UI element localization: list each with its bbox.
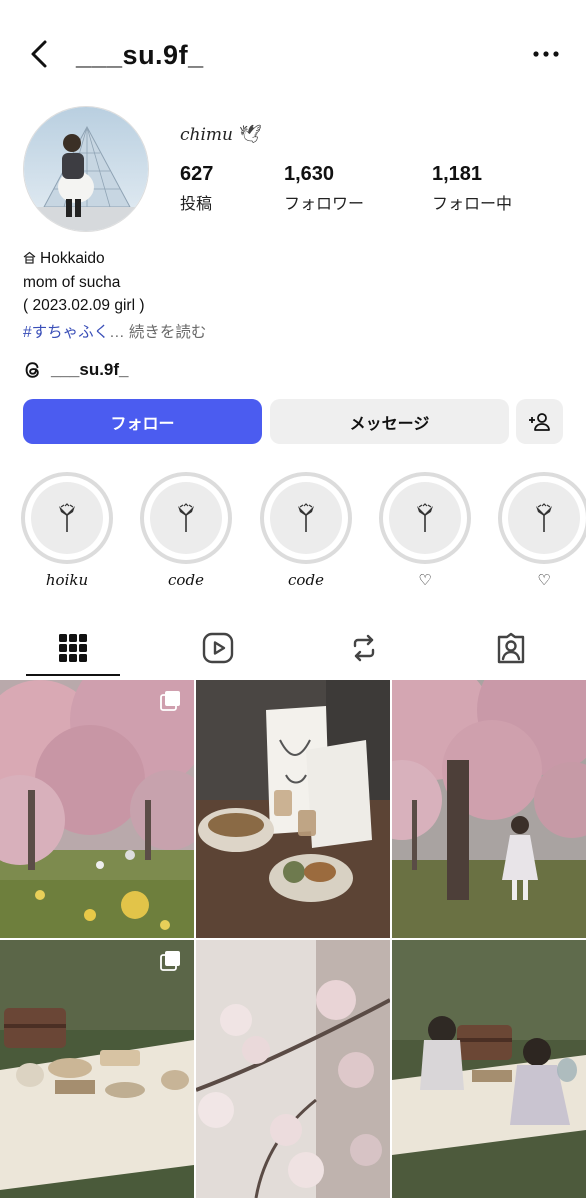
stat-following[interactable]: 1,181 フォロー中	[432, 163, 512, 214]
reposts-icon	[353, 634, 375, 662]
post-2[interactable]	[196, 680, 390, 938]
highlight-label-5: ♡	[537, 571, 551, 589]
post-5[interactable]	[196, 940, 390, 1198]
active-tab-indicator	[26, 674, 120, 676]
threads-link[interactable]: ___su.9f_	[23, 360, 129, 380]
bio-hashtag[interactable]: #すちゃふく	[23, 324, 109, 341]
grid-icon	[59, 634, 87, 662]
stat-followers[interactable]: 1,630 フォロワー	[284, 163, 364, 214]
flower-icon	[59, 503, 75, 532]
flower-icon	[178, 503, 194, 532]
highlight-4[interactable]	[379, 472, 471, 564]
flower-icon	[417, 503, 433, 532]
bio-location: Hokkaido	[23, 250, 105, 269]
threads-handle: ___su.9f_	[51, 360, 129, 379]
suggest-people-button[interactable]	[516, 399, 563, 444]
highlight-2[interactable]	[140, 472, 232, 564]
follow-button[interactable]: フォロー	[23, 399, 262, 444]
display-name: chimu 🕊	[180, 124, 262, 145]
highlight-5[interactable]	[498, 472, 586, 564]
bird-icon: 🕊	[238, 124, 262, 145]
tab-reposts[interactable]	[344, 628, 384, 668]
stat-posts[interactable]: 627 投稿	[180, 163, 213, 214]
profile-username: ___su.9f_	[76, 40, 204, 70]
threads-icon	[25, 362, 39, 378]
message-button[interactable]: メッセージ	[270, 399, 509, 444]
stat-posts-label: 投稿	[180, 196, 213, 213]
tab-reels[interactable]	[198, 628, 238, 668]
stat-following-value: 1,181	[432, 163, 483, 185]
post-3[interactable]	[392, 680, 586, 938]
post-6[interactable]	[392, 940, 586, 1198]
highlight-label-4: ♡	[418, 571, 432, 589]
profile-avatar[interactable]	[23, 106, 149, 232]
stat-followers-value: 1,630	[284, 163, 335, 185]
post-4[interactable]	[0, 940, 194, 1198]
reels-icon	[202, 632, 234, 664]
bio-line-4: #すちゃふく… 続きを読む	[23, 320, 206, 342]
highlight-3[interactable]	[260, 472, 352, 564]
back-arrow-icon[interactable]	[22, 36, 58, 72]
more-options-icon[interactable]	[528, 40, 564, 68]
highlight-label-1: hoiku	[45, 571, 89, 589]
tab-grid[interactable]	[53, 628, 93, 668]
bio-location-text: Hokkaido	[40, 250, 105, 267]
add-person-icon	[528, 412, 550, 431]
stat-following-label: フォロー中	[432, 196, 513, 213]
highlight-1[interactable]	[21, 472, 113, 564]
tagged-icon	[497, 632, 525, 664]
highlight-label-3: code	[288, 571, 324, 589]
multiple-photos-icon	[160, 691, 180, 711]
flower-icon	[298, 503, 314, 532]
highlight-label-2: code	[168, 571, 204, 589]
multiple-photos-icon	[160, 951, 180, 971]
tab-tagged[interactable]	[491, 628, 531, 668]
flower-icon	[536, 503, 552, 532]
stat-posts-value: 627	[180, 163, 214, 185]
home-icon	[23, 251, 36, 269]
display-name-text: chimu	[180, 125, 233, 145]
post-1[interactable]	[0, 680, 194, 938]
bio-line-3: ( 2023.02.09 girl )	[23, 297, 145, 314]
bio-read-more[interactable]: … 続きを読む	[109, 324, 206, 341]
stat-followers-label: フォロワー	[284, 196, 365, 213]
bio-line-2: mom of sucha	[23, 274, 121, 291]
